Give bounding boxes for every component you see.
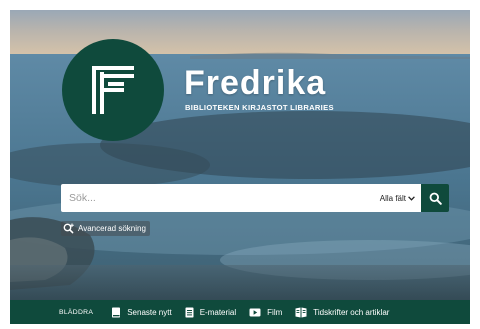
search-icon (429, 192, 442, 205)
browse-item-label: Tidskrifter och artiklar (313, 307, 390, 317)
search-input[interactable] (61, 184, 376, 212)
browse-label: BLÄDDRA (59, 308, 94, 316)
logo-badge[interactable] (62, 39, 164, 141)
document-icon (185, 307, 194, 317)
search-field-select[interactable]: Alla fält (375, 184, 421, 212)
advanced-search-link[interactable]: Avancerad sökning (61, 221, 150, 236)
browse-item-tidskrifter[interactable]: Tidskrifter och artiklar (295, 307, 389, 318)
hero-banner: Fredrika BIBLIOTEKEN KIRJASTOT LIBRARIES… (10, 10, 470, 300)
browse-item-label: Film (267, 307, 283, 317)
fredrika-logo-icon (92, 66, 134, 114)
browse-item-film[interactable]: Film (249, 308, 282, 317)
brand-subtitle: BIBLIOTEKEN KIRJASTOT LIBRARIES (185, 103, 334, 112)
browse-bar: BLÄDDRA Senaste nytt E-material Film Tid… (10, 300, 470, 324)
browse-item-label: Senaste nytt (127, 307, 172, 317)
book-icon (112, 307, 121, 317)
search-button[interactable] (421, 184, 449, 212)
browse-item-senaste-nytt[interactable]: Senaste nytt (111, 307, 172, 318)
search-bar: Alla fält (61, 184, 449, 212)
chevron-down-icon (408, 195, 415, 201)
advanced-search-label: Avancerad sökning (78, 224, 146, 233)
film-icon (249, 308, 261, 316)
page-frame: Fredrika BIBLIOTEKEN KIRJASTOT LIBRARIES… (10, 10, 470, 324)
search-plus-icon (63, 223, 74, 234)
browse-item-e-material[interactable]: E-material (185, 307, 236, 318)
search-field-selected-label: Alla fält (379, 193, 406, 203)
brand-title: Fredrika (184, 64, 327, 102)
magazine-icon (295, 307, 307, 317)
browse-item-label: E-material (199, 307, 237, 317)
